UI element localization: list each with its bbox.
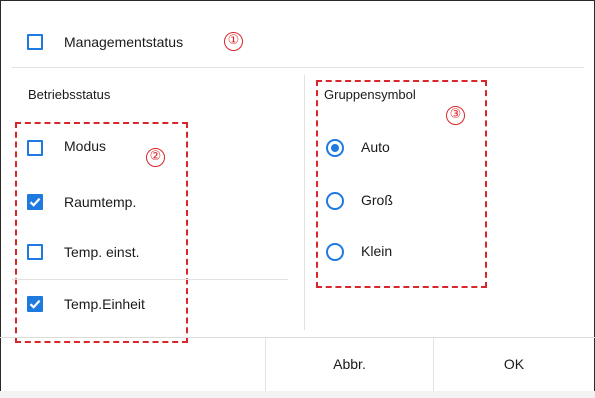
radio-small-label: Klein: [361, 243, 393, 259]
radio-large[interactable]: [326, 192, 344, 210]
cancel-button[interactable]: Abbr.: [266, 338, 433, 391]
checkmark-icon: [29, 197, 41, 207]
mode-checkbox[interactable]: [27, 140, 43, 156]
group-icon-heading: Gruppensymbol: [324, 87, 416, 102]
footer-bar: [0, 391, 595, 398]
radio-auto[interactable]: [326, 139, 344, 157]
set-temp-label: Temp. einst.: [64, 244, 140, 260]
operation-status-heading: Betriebsstatus: [28, 87, 111, 102]
temp-unit-checkbox[interactable]: [27, 296, 43, 312]
annotation-marker-3: ③: [446, 106, 465, 125]
annotation-marker-2: ②: [146, 148, 165, 167]
management-status-checkbox[interactable]: [27, 34, 43, 50]
room-temp-checkbox[interactable]: [27, 194, 43, 210]
annotation-marker-1: ①: [224, 32, 243, 51]
temp-unit-label: Temp.Einheit: [64, 296, 145, 312]
room-temp-label: Raumtemp.: [64, 194, 137, 210]
radio-auto-label: Auto: [361, 139, 390, 155]
management-status-label: Managementstatus: [64, 34, 184, 50]
checkmark-icon: [29, 299, 41, 309]
set-temp-checkbox[interactable]: [27, 244, 43, 260]
top-divider: [12, 67, 584, 68]
radio-large-label: Groß: [361, 192, 393, 208]
ok-button[interactable]: OK: [434, 338, 594, 391]
radio-small[interactable]: [326, 243, 344, 261]
left-divider: [12, 279, 288, 280]
column-divider: [304, 75, 305, 330]
mode-label: Modus: [64, 138, 107, 154]
